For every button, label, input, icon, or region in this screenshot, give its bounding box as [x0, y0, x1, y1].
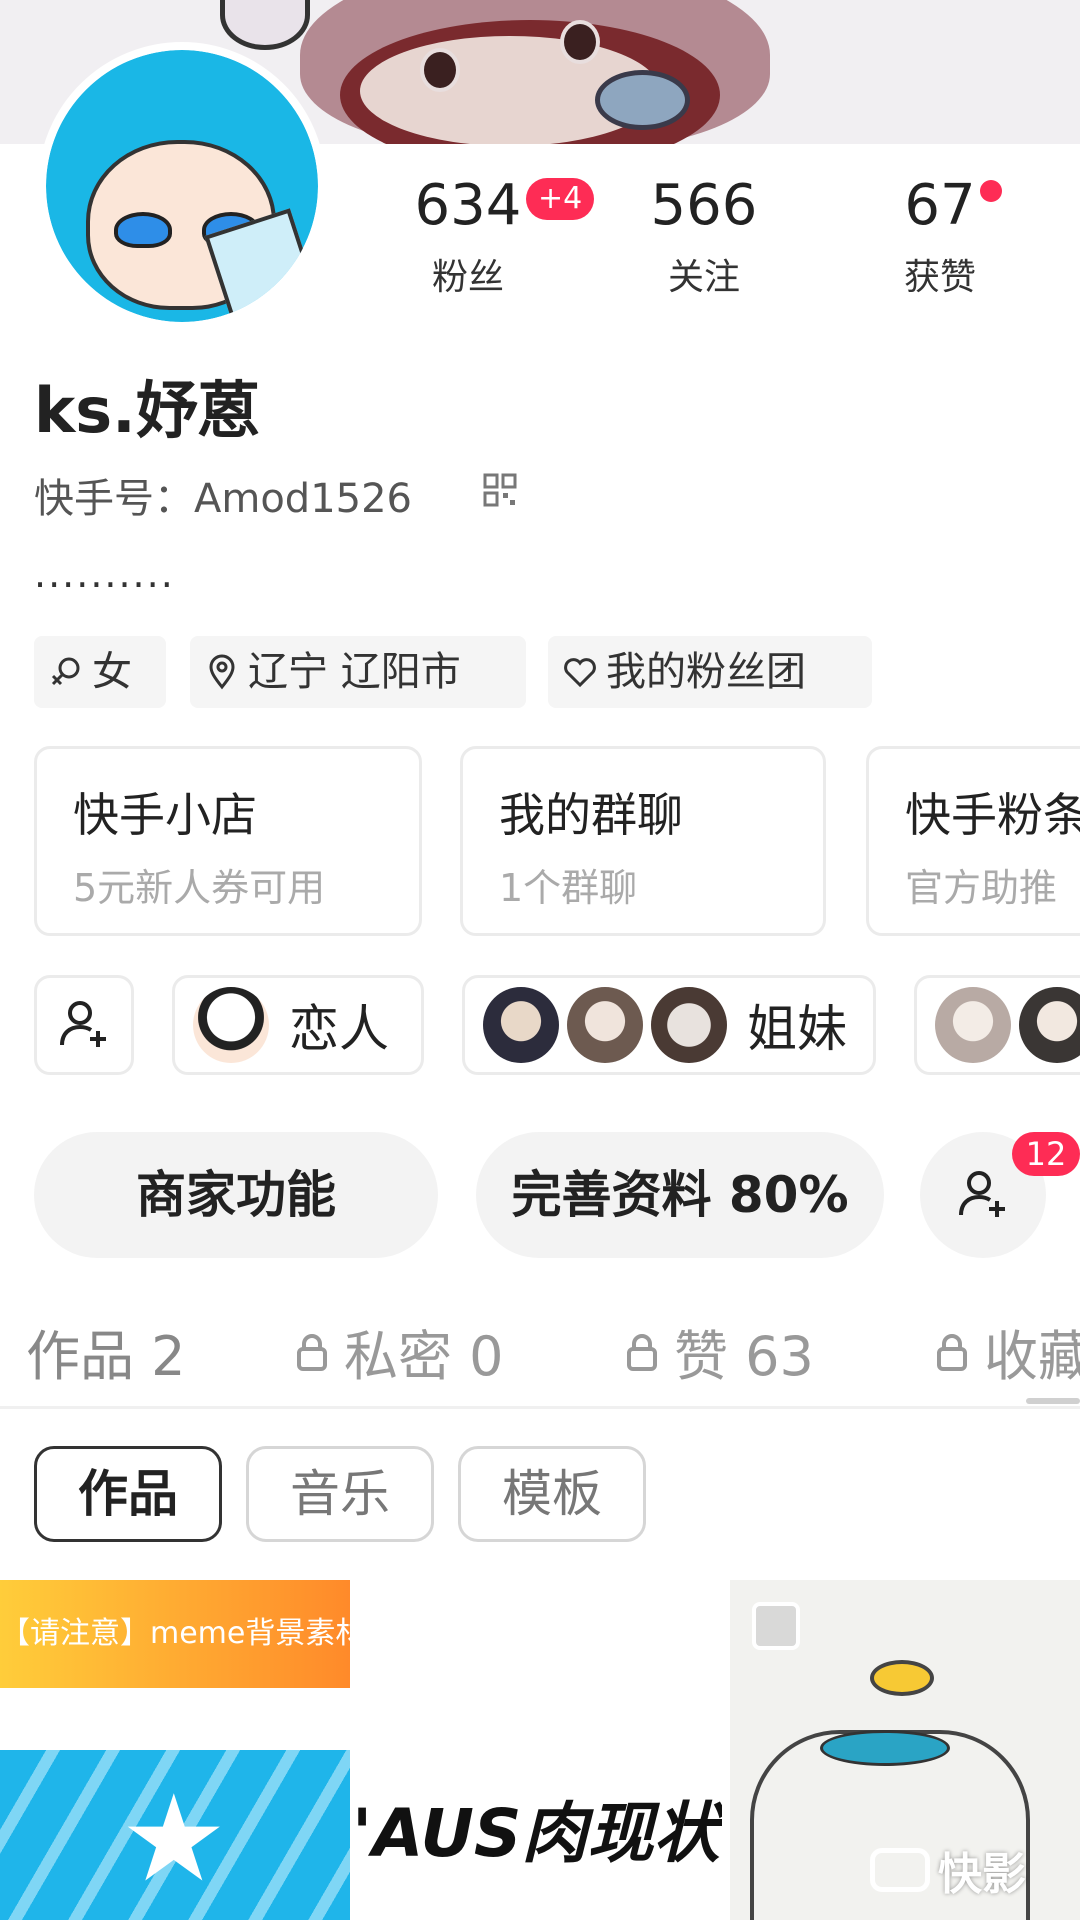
group-chat-card-subtitle: 1个群聊	[499, 866, 638, 910]
tab-favorites[interactable]: 收藏	[934, 1312, 1080, 1391]
tab-liked-label: 赞 63	[674, 1325, 814, 1388]
promotion-card-title: 快手粉条	[905, 788, 1080, 842]
complete-profile-button[interactable]: 完善资料 80%	[476, 1132, 884, 1258]
kuaishou-id-label: 快手号：	[34, 476, 194, 522]
add-person-icon	[60, 1001, 106, 1047]
banner-art-dot	[420, 48, 460, 92]
subtab-music[interactable]: 音乐	[246, 1446, 434, 1542]
kuaiying-watermark: 快影	[870, 1838, 1026, 1902]
tab-favorites-label: 收藏	[984, 1325, 1080, 1388]
female-icon	[51, 657, 80, 686]
avatar-eye	[114, 212, 172, 248]
thumbnail-banner-text: 【请注意】meme背景素材	[0, 1580, 350, 1688]
sister-avatar	[483, 987, 559, 1063]
heart-icon	[564, 658, 596, 688]
add-relation-button[interactable]	[34, 975, 134, 1075]
location-tag: 辽宁 辽阳市	[190, 636, 526, 708]
sister-avatar	[567, 987, 643, 1063]
lock-icon	[297, 1333, 327, 1371]
relation-avatar	[1019, 987, 1080, 1063]
tab-private[interactable]: 私密 0	[294, 1312, 504, 1391]
kuaishou-id[interactable]: 快手号：Amod1526	[34, 466, 412, 524]
location-pin-icon	[209, 654, 235, 690]
lock-icon	[937, 1333, 967, 1371]
thumbnail-art-halo	[870, 1660, 934, 1696]
friend-request-badge: 12	[1012, 1132, 1080, 1176]
relation-sisters-label: 姐妹	[747, 1000, 847, 1058]
gender-tag: 女	[34, 636, 166, 708]
lock-icon	[627, 1333, 657, 1371]
promotion-card[interactable]: 快手粉条 官方助推	[866, 746, 1080, 936]
shop-card-title: 快手小店	[73, 788, 257, 842]
stat-following-label: 关注	[667, 257, 740, 298]
fan-club-label: 我的粉丝团	[606, 649, 806, 695]
stat-likes-label: 获赞	[903, 257, 976, 298]
banner-art-eye	[595, 70, 690, 130]
stat-fans-value: 634	[414, 173, 522, 238]
profile-bio: ..........	[34, 552, 175, 596]
fan-club-tag[interactable]: 我的粉丝团	[548, 636, 872, 708]
sister-avatar	[651, 987, 727, 1063]
tab-private-label: 私密 0	[344, 1325, 504, 1388]
qr-code-icon[interactable]	[482, 472, 518, 508]
stat-fans[interactable]: 634 粉丝	[408, 178, 528, 300]
banner-art-dot	[560, 20, 600, 64]
relation-more[interactable]	[914, 975, 1080, 1075]
relation-sisters[interactable]: 姐妹	[462, 975, 876, 1075]
tab-liked[interactable]: 赞 63	[624, 1312, 814, 1391]
group-chat-card-title: 我的群聊	[499, 788, 683, 842]
kuaiying-logo-icon	[870, 1848, 930, 1892]
likes-notification-dot	[980, 180, 1002, 202]
image-gallery-icon	[752, 1602, 800, 1650]
add-friend-icon	[959, 1171, 1005, 1217]
lover-avatar	[193, 987, 269, 1063]
tab-divider	[0, 1406, 1080, 1409]
banner-art-horn	[220, 0, 310, 50]
stat-fans-label: 粉丝	[431, 257, 504, 298]
subtab-works[interactable]: 作品	[34, 1446, 222, 1542]
relation-lover-label: 恋人	[289, 1000, 389, 1058]
watermark-text: 快影	[938, 1849, 1026, 1900]
subtab-templates[interactable]: 模板	[458, 1446, 646, 1542]
tab-scroll-indicator	[1026, 1398, 1080, 1404]
merchant-features-button[interactable]: 商家功能	[34, 1132, 438, 1258]
location-label: 辽宁 辽阳市	[248, 649, 461, 695]
video-thumbnail[interactable]: 【请注意】meme背景素材 ★ 'AUS肉现状	[0, 1580, 722, 1920]
stat-following[interactable]: 566 关注	[644, 178, 764, 300]
shop-card[interactable]: 快手小店 5元新人券可用	[34, 746, 422, 936]
stat-following-value: 566	[650, 173, 758, 238]
kuaishou-id-value: Amod1526	[194, 476, 412, 522]
group-chat-card[interactable]: 我的群聊 1个群聊	[460, 746, 826, 936]
relation-avatar	[935, 987, 1011, 1063]
gender-label: 女	[92, 649, 132, 695]
thumbnail-art-mouth	[820, 1730, 950, 1766]
promotion-card-subtitle: 官方助推	[905, 866, 1058, 910]
tab-works[interactable]: 作品 2	[26, 1312, 186, 1391]
tab-works-label: 作品 2	[26, 1325, 186, 1388]
avatar[interactable]	[38, 42, 326, 330]
new-fans-badge: +4	[526, 178, 595, 220]
shop-card-subtitle: 5元新人券可用	[73, 866, 326, 910]
star-icon: ★	[120, 1770, 228, 1909]
relation-lover[interactable]: 恋人	[172, 975, 424, 1075]
profile-name: ks.妤蒽	[34, 374, 260, 447]
thumbnail-title-text: 'AUS肉现状	[352, 1795, 720, 1872]
